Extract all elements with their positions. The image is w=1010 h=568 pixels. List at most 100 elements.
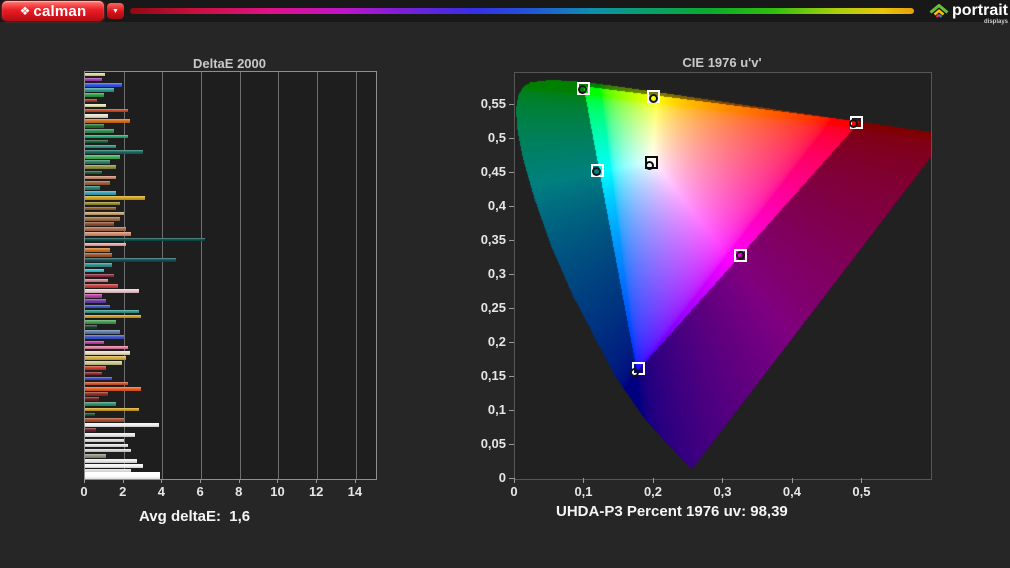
deltae-bar (85, 299, 106, 303)
cie-x-tick (722, 478, 723, 483)
deltae-bar (85, 330, 120, 334)
cie-measurement-dot-blue-primary (630, 368, 639, 377)
deltae-bar (85, 222, 114, 226)
deltae-bar (85, 356, 126, 360)
calman-menu-button[interactable]: ❖ calman (2, 1, 104, 21)
deltae-gridline (278, 72, 279, 479)
deltae-bar (85, 93, 104, 97)
deltae-bar (85, 387, 141, 391)
deltae-bar (85, 459, 137, 463)
deltae-bar (85, 274, 114, 278)
deltae-gridline (162, 72, 163, 479)
cie-y-tick-label: 0,45 (464, 164, 506, 179)
cie-x-axis: 00,10,20,30,40,5 (514, 478, 938, 500)
deltae-bar (85, 464, 143, 468)
deltae-bar (85, 351, 130, 355)
deltae-gridline (240, 72, 241, 479)
deltae-gridline (124, 72, 125, 479)
cie-y-tick-label: 0,5 (464, 130, 506, 145)
deltae-bar (85, 212, 124, 216)
cie-y-tick-label: 0,15 (464, 368, 506, 383)
deltae-bar (85, 176, 116, 180)
deltae-bar (85, 217, 120, 221)
cie-measurement-dot-white-point (645, 161, 654, 170)
cie-plot-area (514, 72, 932, 480)
deltae-x-tick-label: 8 (221, 484, 257, 499)
deltae-x-tick (200, 479, 201, 483)
deltae-bar (85, 160, 110, 164)
deltae-bar (85, 413, 95, 417)
deltae-gridline (356, 72, 357, 479)
calman-diamond-icon: ❖ (20, 5, 31, 17)
deltae-bar (85, 439, 124, 443)
deltae-bar (85, 361, 122, 365)
deltae-bar (85, 346, 128, 350)
deltae-bar (85, 428, 96, 432)
deltae-bar (85, 191, 116, 195)
deltae-bar (85, 238, 205, 242)
deltae-bar (85, 227, 126, 231)
portrait-label: portrait displays (952, 3, 1008, 19)
calman-label: calman (33, 3, 86, 20)
cie-y-tick (509, 240, 514, 241)
deltae-bar (85, 171, 102, 175)
deltae-x-tick (123, 479, 124, 483)
deltae-x-tick-label: 12 (298, 484, 334, 499)
deltae-bar (85, 73, 105, 77)
calman-dropdown-button[interactable]: ▼ (107, 3, 124, 19)
deltae-bar (85, 124, 104, 128)
chevron-down-icon: ▼ (112, 8, 119, 15)
deltae-bar (85, 433, 135, 437)
cie-x-tick (792, 478, 793, 483)
deltae-bar (85, 454, 106, 458)
deltae-bar (85, 78, 102, 82)
deltae-bar (85, 449, 131, 453)
cie-y-tick-label: 0,35 (464, 232, 506, 247)
cie-diagram-canvas (515, 73, 931, 479)
cie-x-tick-label: 0,5 (843, 484, 879, 499)
uhda-p3-percent-label: UHDA-P3 Percent 1976 uv: 98,39 (556, 503, 788, 520)
deltae-bar (85, 263, 112, 267)
deltae-bar (85, 392, 108, 396)
deltae-bar (85, 109, 128, 113)
cie-x-tick-label: 0,1 (565, 484, 601, 499)
deltae-bar (85, 294, 102, 298)
cie-y-tick (509, 308, 514, 309)
cie-x-tick-label: 0,3 (704, 484, 740, 499)
deltae-bar (85, 366, 106, 370)
deltae-gridline (317, 72, 318, 479)
cie-y-tick (509, 444, 514, 445)
deltae-bar (85, 418, 124, 422)
cie-y-tick-label: 0,25 (464, 300, 506, 315)
deltae-bar (85, 269, 104, 273)
portrait-displays-logo: portrait displays (929, 1, 1008, 21)
cie-y-tick (509, 138, 514, 139)
cie-x-tick-label: 0 (496, 484, 532, 499)
deltae-x-tick (355, 479, 356, 483)
deltae-bar (85, 243, 126, 247)
cie-x-tick (514, 478, 515, 483)
cie-y-tick (509, 410, 514, 411)
deltae-x-tick (239, 479, 240, 483)
cie-x-tick (653, 478, 654, 483)
cie-y-tick (509, 206, 514, 207)
deltae-bar (85, 135, 128, 139)
deltae-x-tick-label: 2 (105, 484, 141, 499)
deltae-gridline (201, 72, 202, 479)
cie-y-tick (509, 172, 514, 173)
deltae-bar (85, 335, 124, 339)
deltae-bar (85, 315, 141, 319)
cie-y-tick (509, 342, 514, 343)
deltae-bar (85, 165, 116, 169)
deltae-bar (85, 207, 116, 211)
deltae-bar (85, 83, 122, 87)
deltae-x-axis: 02468101214 (84, 479, 384, 501)
deltae-bar (85, 248, 110, 252)
deltae-bar (85, 114, 108, 118)
deltae-x-tick-label: 14 (337, 484, 373, 499)
deltae-bar (85, 140, 108, 144)
cie-x-tick-label: 0,4 (774, 484, 810, 499)
deltae-bar (85, 382, 128, 386)
deltae-bar (85, 444, 128, 448)
deltae-bar (85, 99, 97, 103)
